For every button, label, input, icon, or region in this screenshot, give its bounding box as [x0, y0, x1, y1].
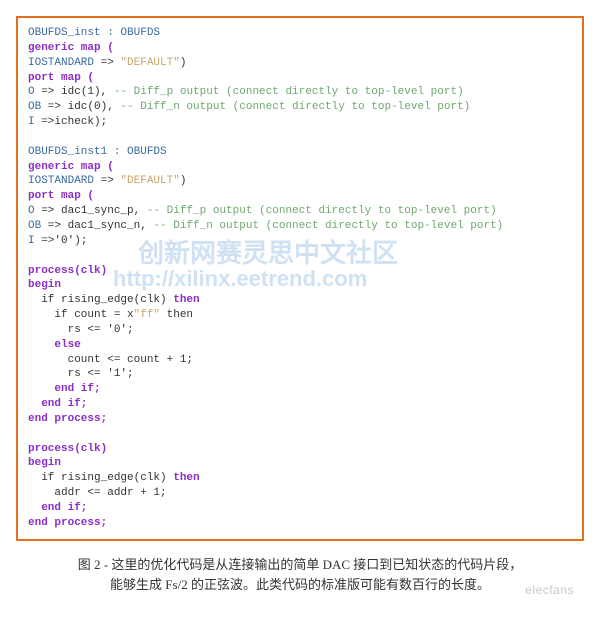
code-line: O => dac1_sync_p, -- Diff_p output (conn…	[28, 204, 572, 219]
code-line	[28, 130, 572, 145]
caption-line-1: 图 2 - 这里的优化代码是从连接输出的简单 DAC 接口到已知状态的代码片段，	[16, 555, 584, 576]
code-line: I =>icheck);	[28, 115, 572, 130]
code-line: else	[28, 338, 572, 353]
code-line: OBUFDS_inst1 : OBUFDS	[28, 145, 572, 160]
code-line: IOSTANDARD => "DEFAULT")	[28, 56, 572, 71]
code-line: addr <= addr + 1;	[28, 486, 572, 501]
code-line: end if;	[28, 382, 572, 397]
code-line: rs <= '1';	[28, 367, 572, 382]
code-line: begin	[28, 456, 572, 471]
code-line: end if;	[28, 501, 572, 516]
code-line: OBUFDS_inst : OBUFDS	[28, 26, 572, 41]
code-line: O => idc(1), -- Diff_p output (connect d…	[28, 85, 572, 100]
figure-caption: 图 2 - 这里的优化代码是从连接输出的简单 DAC 接口到已知状态的代码片段，…	[16, 555, 584, 597]
code-line: if count = x"ff" then	[28, 308, 572, 323]
code-line: I =>'0');	[28, 234, 572, 249]
code-line: OB => dac1_sync_n, -- Diff_n output (con…	[28, 219, 572, 234]
code-line: generic map (	[28, 41, 572, 56]
code-line: IOSTANDARD => "DEFAULT")	[28, 174, 572, 189]
code-line: port map (	[28, 71, 572, 86]
code-line: if rising_edge(clk) then	[28, 293, 572, 308]
code-line: process(clk)	[28, 442, 572, 457]
code-line: port map (	[28, 189, 572, 204]
code-line: end process;	[28, 516, 572, 531]
code-line: if rising_edge(clk) then	[28, 471, 572, 486]
code-line: process(clk)	[28, 264, 572, 279]
code-line	[28, 427, 572, 442]
code-line: rs <= '0';	[28, 323, 572, 338]
code-line: generic map (	[28, 160, 572, 175]
caption-line-2: 能够生成 Fs/2 的正弦波。此类代码的标准版可能有数百行的长度。	[16, 575, 584, 596]
code-block-frame: 创新网赛灵思中文社区 http://xilinx.eetrend.com OBU…	[16, 16, 584, 541]
code-line: end process;	[28, 412, 572, 427]
code-line	[28, 249, 572, 264]
corner-watermark: elecfans	[525, 581, 574, 600]
code-line: begin	[28, 278, 572, 293]
code-line: end if;	[28, 397, 572, 412]
code-line: OB => idc(0), -- Diff_n output (connect …	[28, 100, 572, 115]
code-line: count <= count + 1;	[28, 353, 572, 368]
